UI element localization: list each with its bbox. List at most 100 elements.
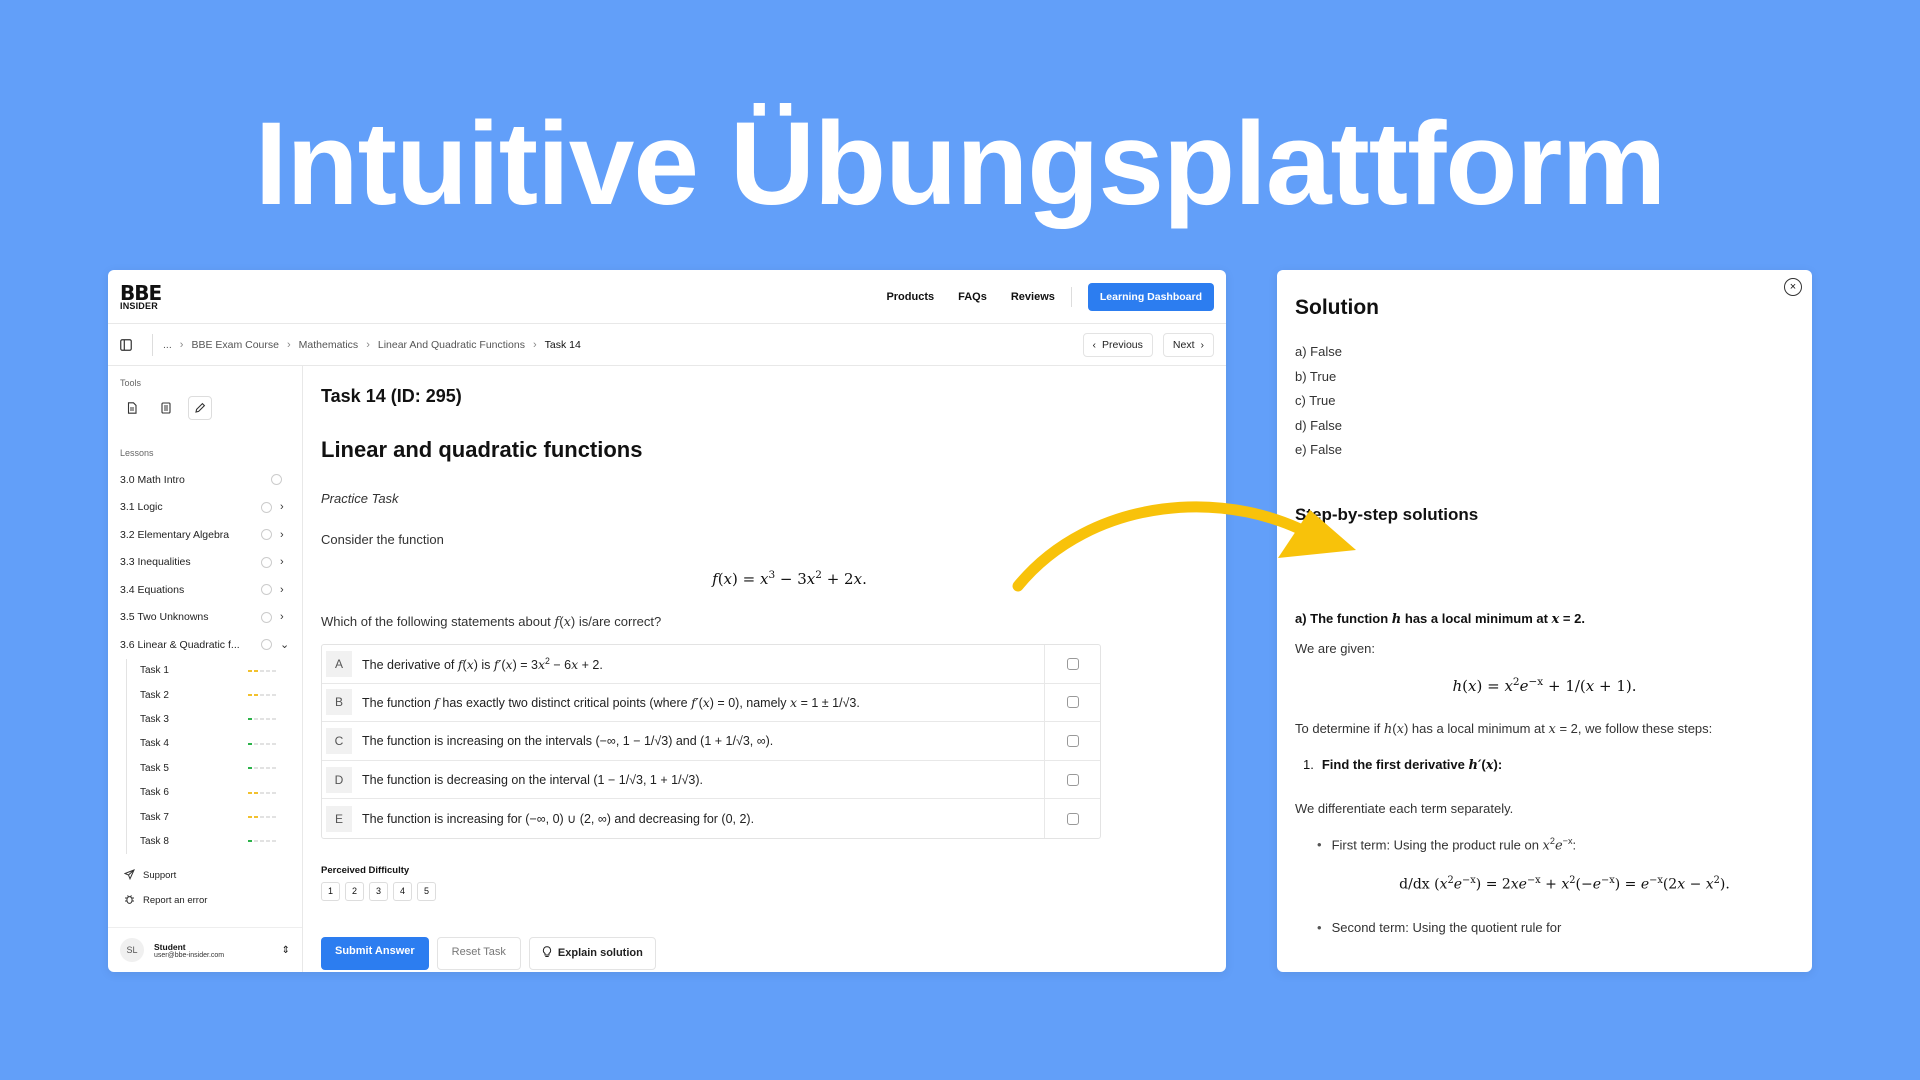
difficulty-bars [248, 694, 286, 697]
send-icon [123, 868, 135, 883]
task-item[interactable]: Task 4 [140, 732, 290, 756]
answer-b: b) True [1295, 368, 1337, 384]
difficulty-bars [248, 816, 286, 819]
status-circle-icon [261, 584, 272, 596]
explain-solution-button[interactable]: Explain solution [528, 936, 656, 970]
steps-title: Step-by-step solutions [1295, 504, 1479, 524]
breadcrumb-ellipsis[interactable]: ... [163, 339, 172, 351]
document-icon[interactable] [120, 396, 144, 420]
chevron-down-icon: ⌄ [280, 639, 290, 652]
task-item[interactable]: Task 2 [140, 683, 290, 707]
answer-c: c) True [1295, 393, 1336, 408]
answer-a: a) False [1295, 344, 1342, 359]
breadcrumb-bar: ... › BBE Exam Course › Mathematics › Li… [108, 324, 1226, 366]
previous-button[interactable]: ‹ Previous [1082, 332, 1153, 357]
solution-title: Solution [1295, 296, 1379, 319]
task-content: Task 14 (ID: 295) Linear and quadratic f… [303, 366, 1226, 972]
difficulty-2[interactable]: 2 [345, 881, 364, 901]
status-circle-icon [261, 501, 272, 513]
lightbulb-icon [542, 946, 552, 961]
bug-icon [124, 894, 135, 908]
nav-reviews[interactable]: Reviews [1011, 291, 1055, 303]
user-email: user@bbe-insider.com [154, 951, 225, 959]
logo[interactable]: BBE INSIDER [120, 283, 168, 311]
chevron-right-icon: › [280, 556, 284, 569]
second-term-text: Second term: Using the quotient rule for [1317, 920, 1794, 935]
difficulty-bars [248, 742, 286, 745]
task-item[interactable]: Task 7 [140, 805, 290, 829]
tools-label: Tools [120, 378, 142, 388]
task-intro: Consider the function [321, 532, 444, 547]
chevron-updown-icon: ⇕ [281, 944, 290, 956]
option-d[interactable]: D The function is decreasing on the inte… [322, 760, 1100, 800]
sidebar-toggle-icon[interactable] [120, 338, 148, 351]
reset-task-button[interactable]: Reset Task [436, 936, 521, 970]
lessons-label: Lessons [120, 448, 154, 458]
app-window: BBE INSIDER Products FAQs Reviews Learni… [108, 270, 1226, 972]
user-name: Student [154, 941, 186, 952]
difficulty-selector: 1 2 3 4 5 [321, 881, 1208, 901]
difficulty-5[interactable]: 5 [417, 881, 436, 901]
chevron-right-icon: › [280, 611, 284, 624]
chevron-right-icon: › [532, 338, 537, 351]
lesson-item[interactable]: 3.0 Math Intro [120, 466, 290, 494]
option-b[interactable]: B The function f has exactly two distinc… [322, 683, 1100, 723]
task-list: Task 1 Task 2 Task 3 Task 4 Task 5 Task 6 Task… [126, 658, 290, 854]
option-e-checkbox[interactable] [1066, 812, 1079, 825]
task-item[interactable]: Task 3 [140, 707, 290, 731]
task-item[interactable]: Task 8 [140, 829, 290, 853]
lesson-item[interactable]: 3.3 Inequalities › [120, 549, 290, 577]
lesson-item-active[interactable]: 3.6 Linear & Quadratic f... ⌄ [120, 631, 290, 659]
lesson-item[interactable]: 3.1 Logic › [120, 494, 290, 522]
breadcrumb-current: Task 14 [544, 338, 581, 351]
chevron-right-icon: › [179, 338, 184, 351]
solution-a-title: a) The function h has a local minimum at… [1295, 610, 1585, 627]
nav-faqs[interactable]: FAQs [958, 291, 987, 303]
hero-title: Intuitive Übungsplattform [254, 98, 1667, 230]
support-link[interactable]: Support [123, 863, 286, 888]
breadcrumb-subject[interactable]: Mathematics [299, 339, 359, 351]
nav-divider [1070, 286, 1072, 307]
difficulty-bars [248, 718, 286, 721]
status-circle-icon [261, 611, 272, 623]
breadcrumb-course[interactable]: BBE Exam Course [191, 339, 279, 351]
status-circle-icon [261, 639, 272, 651]
first-term-text: First term: Using the product rule on x2… [1317, 836, 1794, 853]
difficulty-4[interactable]: 4 [393, 881, 412, 901]
option-a[interactable]: A The derivative of f(x) is f′(x) = 3x2 … [322, 645, 1100, 684]
question-text: Which of the following statements about … [321, 614, 662, 630]
report-error-link[interactable]: Report an error [124, 888, 286, 913]
lesson-item[interactable]: 3.2 Elementary Algebra › [120, 521, 290, 549]
lesson-item[interactable]: 3.5 Two Unknowns › [120, 604, 290, 632]
user-menu[interactable]: SL Student user@bbe-insider.com ⇕ [108, 927, 302, 972]
task-actions: Submit Answer Reset Task Explain solutio… [321, 936, 1208, 970]
close-icon[interactable]: × [1784, 278, 1802, 296]
task-type: Practice Task [321, 491, 399, 506]
difficulty-1[interactable]: 1 [321, 881, 340, 901]
notes-icon[interactable] [154, 396, 178, 420]
breadcrumb-topic[interactable]: Linear And Quadratic Functions [378, 339, 525, 351]
difficulty-bars [248, 767, 286, 770]
nav-products[interactable]: Products [886, 291, 934, 303]
pencil-icon[interactable] [188, 396, 212, 420]
submit-answer-button[interactable]: Submit Answer [321, 936, 429, 970]
learning-dashboard-button[interactable]: Learning Dashboard [1087, 282, 1214, 311]
task-item[interactable]: Task 5 [140, 756, 290, 780]
chevron-right-icon: › [286, 338, 291, 351]
difficulty-3[interactable]: 3 [369, 881, 388, 901]
option-c-checkbox[interactable] [1066, 734, 1079, 747]
next-button[interactable]: Next › [1162, 332, 1214, 357]
task-item[interactable]: Task 1 [140, 659, 290, 683]
differentiate-text: We differentiate each term separately. [1295, 800, 1514, 816]
option-e[interactable]: E The function is increasing for (−∞, 0)… [322, 799, 1100, 838]
option-a-checkbox[interactable] [1066, 657, 1079, 670]
answer-options: A The derivative of f(x) is f′(x) = 3x2 … [321, 644, 1101, 839]
tools [120, 396, 290, 420]
option-c[interactable]: C The function is increasing on the inte… [322, 722, 1100, 761]
task-item[interactable]: Task 6 [140, 780, 290, 804]
status-circle-icon [271, 474, 282, 486]
answer-d: d) False [1295, 417, 1342, 433]
lesson-item[interactable]: 3.4 Equations › [120, 576, 290, 604]
option-d-checkbox[interactable] [1066, 773, 1079, 786]
option-b-checkbox[interactable] [1066, 696, 1079, 709]
